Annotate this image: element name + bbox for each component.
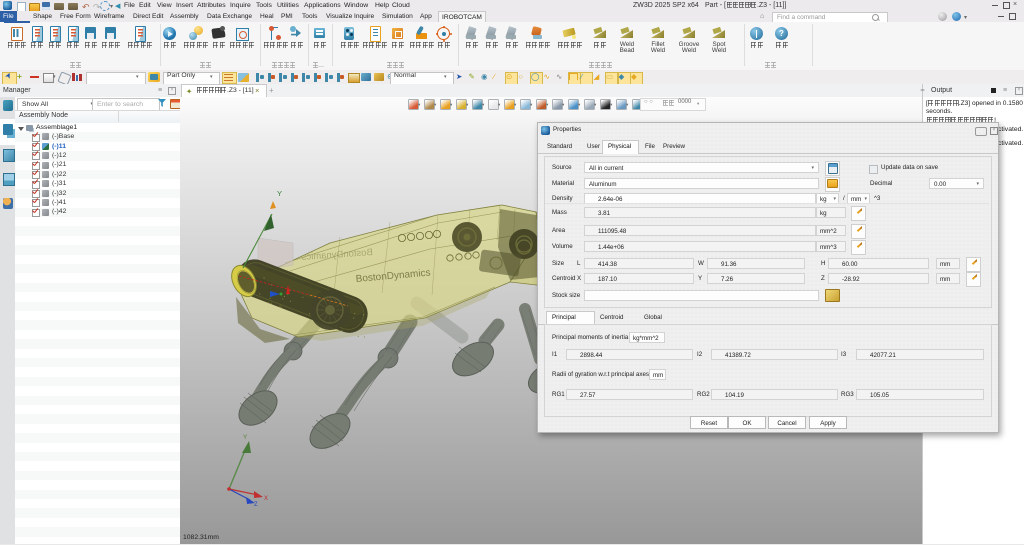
- svg-text:Y: Y: [243, 434, 248, 441]
- svg-text:1082.31mm: 1082.31mm: [183, 534, 219, 541]
- svg-text:Y: Y: [277, 189, 282, 198]
- svg-text:Z: Z: [254, 502, 258, 508]
- svg-text:X: X: [264, 496, 268, 502]
